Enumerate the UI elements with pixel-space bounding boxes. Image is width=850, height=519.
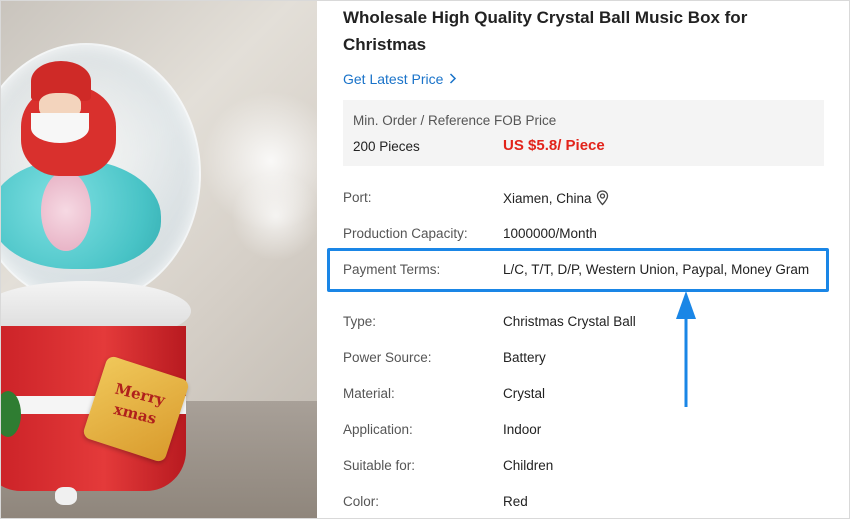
spec-value: Christmas Crystal Ball [503,314,636,329]
spec-label: Material: [343,386,395,401]
bokeh-light [231,171,317,261]
get-latest-price-label: Get Latest Price [343,71,444,87]
payment-terms-highlight [327,248,829,292]
spec-value-text: Xiamen, China [503,191,592,206]
globe-foot [55,487,77,505]
get-latest-price-link[interactable]: Get Latest Price [343,71,457,87]
spec-label: Port: [343,190,372,205]
product-image[interactable]: Merry xmas [1,1,317,518]
spec-value: 1000000/Month [503,226,597,241]
spec-row-material: Material: Crystal [343,386,824,406]
price-box: Min. Order / Reference FOB Price 200 Pie… [343,100,824,166]
reference-price: US $5.8/ Piece [503,137,605,154]
spec-row-suitable-for: Suitable for: Children [343,458,824,478]
spec-value: Children [503,458,554,473]
product-page: Merry xmas Wholesale High Quality Crysta… [0,0,850,519]
min-order-quantity: 200 Pieces [353,139,420,154]
spec-value: Red [503,494,528,509]
spec-value: Battery [503,350,546,365]
spec-label: Production Capacity: [343,226,468,241]
spec-label: Color: [343,494,380,509]
spec-label: Power Source: [343,350,432,365]
spec-value: Xiamen, China [503,190,609,209]
gift-tag-text: Merry xmas [101,377,175,432]
spec-label: Type: [343,314,377,329]
up-arrow-icon [676,291,696,407]
spec-row-production-capacity: Production Capacity: 1000000/Month [343,226,824,246]
spec-row-application: Application: Indoor [343,422,824,442]
spec-row-type: Type: Christmas Crystal Ball [343,314,824,334]
spec-value: Indoor [503,422,542,437]
spec-label: Suitable for: [343,458,416,473]
location-pin-icon[interactable] [596,190,609,209]
product-title: Wholesale High Quality Crystal Ball Musi… [343,8,748,54]
spec-row-color: Color: Red [343,494,824,514]
price-box-header: Min. Order / Reference FOB Price [353,113,557,128]
spec-row-port: Port: Xiamen, China [343,190,824,210]
spec-row-power-source: Power Source: Battery [343,350,824,370]
santa-beard [31,113,89,143]
chevron-right-icon [449,71,457,87]
shell-figure [41,171,91,251]
spec-label: Application: [343,422,413,437]
spec-value: Crystal [503,386,546,401]
